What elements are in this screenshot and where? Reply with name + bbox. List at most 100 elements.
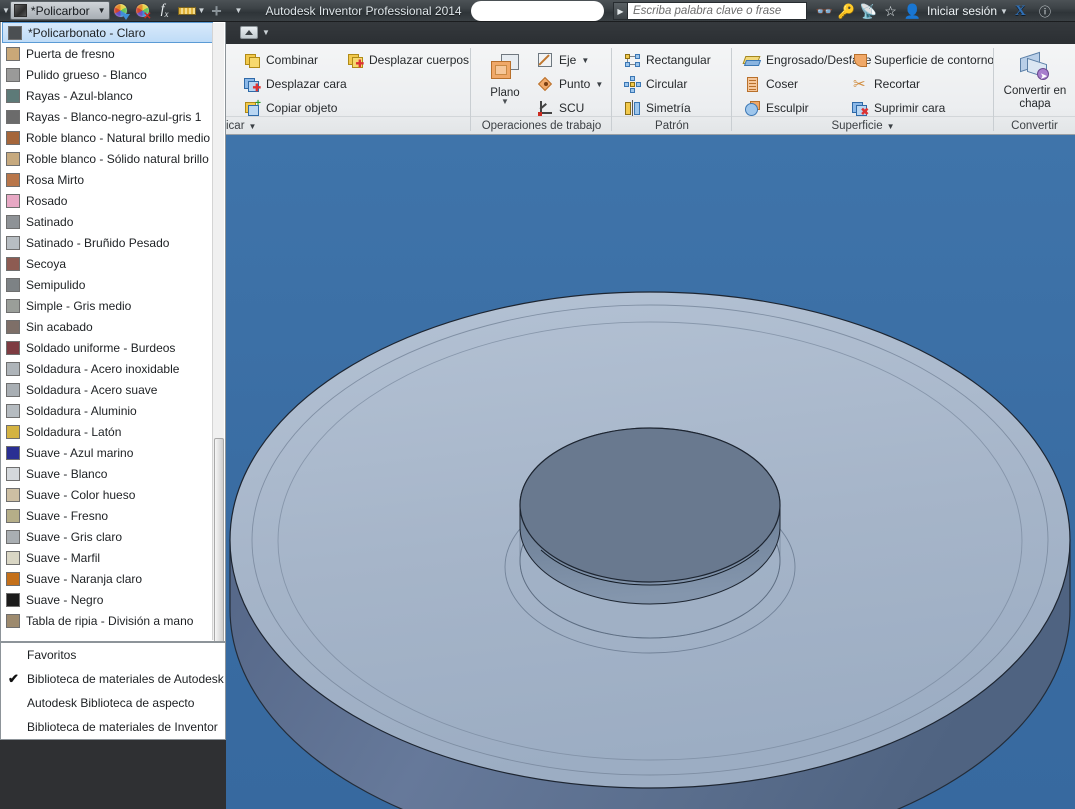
material-swatch-icon — [6, 361, 20, 376]
qat-add-button[interactable]: + — [205, 1, 227, 21]
material-list-item[interactable]: Suave - Marfil — [1, 547, 225, 568]
material-list-item[interactable]: Satinado — [1, 211, 225, 232]
chevron-down-icon[interactable]: ▼ — [595, 80, 603, 89]
3d-model-viewport[interactable] — [226, 135, 1075, 809]
button-convertir-en-chapa[interactable]: ➤ Convertir en chapa — [1002, 48, 1068, 111]
material-library-option[interactable]: ✔ Biblioteca de materiales de Autodesk — [1, 667, 225, 691]
material-library-option[interactable]: Biblioteca de materiales de Inventor — [1, 715, 225, 739]
material-list-item[interactable]: Suave - Fresno — [1, 505, 225, 526]
material-library-option[interactable]: Favoritos — [1, 643, 225, 667]
material-list-item[interactable]: Simple - Gris medio — [1, 295, 225, 316]
material-list-item[interactable]: Soldadura - Aluminio — [1, 400, 225, 421]
material-list-item[interactable]: Soldado uniforme - Burdeos — [1, 337, 225, 358]
parameters-fx-icon: fx — [160, 2, 169, 19]
button-desplazar-cuerpos[interactable]: ✚ Desplazar cuerpos — [343, 48, 473, 72]
autodesk-exchange-icon[interactable]: X — [1011, 2, 1030, 21]
measure-button[interactable] — [176, 1, 198, 21]
appearance-button[interactable] — [110, 1, 132, 21]
material-library-selector[interactable]: Favoritos ✔ Biblioteca de materiales de Au… — [0, 642, 226, 740]
measure-chevron-down-icon[interactable]: ▼ — [198, 6, 206, 15]
button-circular[interactable]: Circular — [620, 72, 691, 96]
button-combinar[interactable]: Combinar — [240, 48, 322, 72]
chevron-down-icon[interactable]: ▼ — [94, 6, 106, 15]
collapse-ribbon-button[interactable] — [240, 26, 258, 39]
material-list-item[interactable]: Soldadura - Acero suave — [1, 379, 225, 400]
qat-customize-button[interactable]: ▼ — [227, 1, 249, 21]
material-library-option[interactable]: Autodesk Biblioteca de aspecto — [1, 691, 225, 715]
material-list-item[interactable]: Suave - Negro — [1, 589, 225, 610]
button-superficie-de-contorno[interactable]: Superficie de contorno — [848, 48, 998, 72]
material-list-item[interactable]: Soldadura - Latón — [1, 421, 225, 442]
communication-center-icon[interactable]: 📡 — [859, 2, 878, 21]
material-list-item[interactable]: Rayas - Blanco-negro-azul-gris 1 — [1, 106, 225, 127]
material-library-option-label: Autodesk Biblioteca de aspecto — [27, 696, 195, 710]
material-list-item[interactable]: Pulido grueso - Blanco — [1, 64, 225, 85]
ribbon-panel-work-features: Plano ▼ Eje ▼ Punto ▼ SCU Operaciones de… — [471, 44, 612, 135]
material-list-item-label: Simple - Gris medio — [26, 298, 132, 313]
ribbon-options-chevron-down-icon[interactable]: ▼ — [262, 28, 270, 37]
user-icon[interactable]: 👤 — [903, 2, 922, 21]
circular-pattern-icon — [624, 75, 641, 93]
scrollbar-thumb[interactable] — [214, 438, 224, 641]
material-list-item[interactable]: Suave - Gris claro — [1, 526, 225, 547]
material-list-item[interactable]: Suave - Azul marino — [1, 442, 225, 463]
search-help-icon[interactable]: 👓 — [815, 2, 834, 21]
key-icon[interactable]: 🔑 — [837, 2, 856, 21]
panel-label-surface[interactable]: Superficie ▼ — [732, 116, 994, 135]
material-list-item[interactable]: Rayas - Azul-blanco — [1, 85, 225, 106]
clear-appearance-button[interactable]: ✕ — [132, 1, 154, 21]
material-list-item-label: Pulido grueso - Blanco — [26, 67, 147, 82]
material-swatch-icon — [6, 466, 20, 481]
material-list-item[interactable]: Semipulido — [1, 274, 225, 295]
chevron-down-icon[interactable]: ▼ — [501, 98, 509, 106]
material-list-item[interactable]: Tabla de ripia - División a mano — [1, 610, 225, 631]
material-swatch-icon — [6, 424, 20, 439]
material-list-scrollbar[interactable] — [212, 23, 224, 641]
material-dropdown-list[interactable]: *Policarbonato - Claro Puerta de fresno Pu… — [0, 22, 226, 642]
material-list-item[interactable]: Soldadura - Acero inoxidable — [1, 358, 225, 379]
material-list-item[interactable]: Secoya — [1, 253, 225, 274]
button-desplazar-cara[interactable]: ✚ Desplazar cara — [240, 72, 351, 96]
button-recortar[interactable]: ✂ Recortar — [848, 72, 924, 96]
material-list-item-label: Suave - Azul marino — [26, 445, 134, 460]
material-list-item[interactable]: Rosado — [1, 190, 225, 211]
material-list-item-label: Sin acabado — [26, 319, 93, 334]
button-label: Convertir en chapa — [1003, 85, 1067, 110]
material-list-item[interactable]: *Policarbonato - Claro — [2, 22, 213, 43]
application-title: Autodesk Inventor Professional 2014 — [265, 3, 462, 18]
sign-in-chevron-down-icon[interactable]: ▼ — [1000, 7, 1008, 16]
parameters-button[interactable]: fx — [154, 1, 176, 21]
material-swatch-icon — [13, 4, 27, 17]
material-list-item[interactable]: Rosa Mirto — [1, 169, 225, 190]
stitch-icon — [744, 76, 761, 93]
button-eje[interactable]: Eje ▼ — [533, 48, 593, 72]
material-list[interactable]: *Policarbonato - Claro Puerta de fresno Pu… — [1, 22, 225, 641]
material-list-item[interactable]: Suave - Naranja claro — [1, 568, 225, 589]
material-list-item[interactable]: Sin acabado — [1, 316, 225, 337]
button-rectangular[interactable]: Rectangular — [620, 48, 715, 72]
help-button[interactable]: ⓘ — [1033, 1, 1057, 21]
chevron-down-icon[interactable]: ▼ — [581, 56, 589, 65]
favorites-icon[interactable]: ☆ — [881, 2, 900, 21]
panel-label-modify[interactable]: icar ▼ — [226, 116, 471, 135]
material-list-item[interactable]: Satinado - Bruñido Pesado — [1, 232, 225, 253]
material-list-item[interactable]: Roble blanco - Natural brillo medio — [1, 127, 225, 148]
material-list-item[interactable]: Puerta de fresno — [1, 43, 225, 64]
material-swatch-icon — [6, 508, 20, 523]
search-dropdown-button[interactable]: ▶ — [613, 2, 627, 20]
sign-in-label[interactable]: Iniciar sesión — [927, 4, 997, 18]
chevron-down-icon: ▼ — [886, 121, 895, 131]
qat-left-caret-icon[interactable]: ▼ — [2, 6, 10, 15]
chevron-down-icon: ▼ — [234, 6, 243, 15]
search-input[interactable]: Escriba palabra clave o frase — [627, 2, 807, 20]
button-coser[interactable]: Coser — [740, 72, 802, 96]
button-punto[interactable]: Punto ▼ — [533, 72, 607, 96]
button-plano[interactable]: Plano ▼ — [477, 50, 533, 106]
button-label: Coser — [766, 77, 799, 91]
material-list-item[interactable]: Suave - Blanco — [1, 463, 225, 484]
material-swatch-icon — [6, 88, 20, 103]
material-library-option-label: Favoritos — [27, 648, 77, 662]
material-list-item[interactable]: Suave - Color hueso — [1, 484, 225, 505]
active-material-chip[interactable]: *Policarbor ▼ — [9, 1, 110, 20]
material-list-item[interactable]: Roble blanco - Sólido natural brillo m — [1, 148, 225, 169]
